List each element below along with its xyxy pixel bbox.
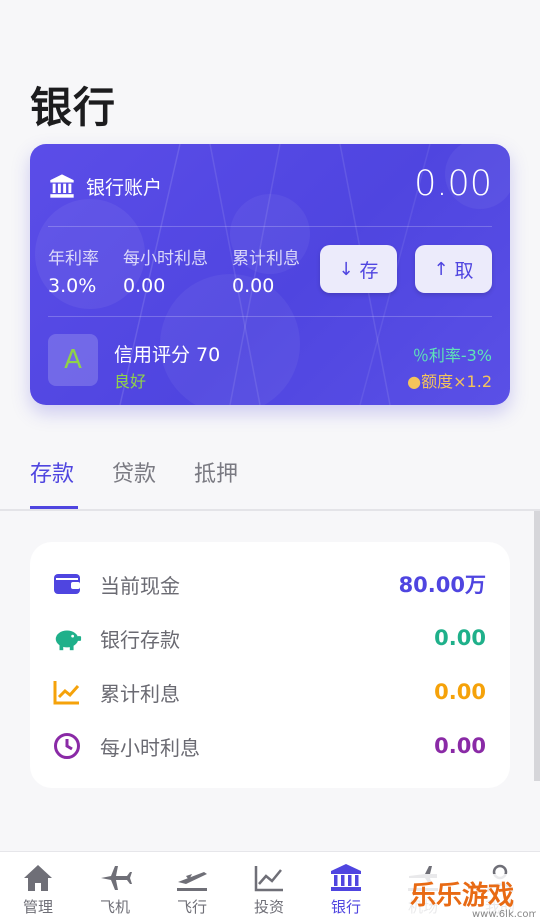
nav-label: 飞行 [176, 898, 207, 916]
deposit-label: 存 [359, 259, 379, 282]
tab-mortgage[interactable]: 抵押 [194, 456, 238, 488]
stat-label: 年利率 [48, 249, 99, 269]
card-divider [48, 226, 492, 227]
stat-hourly-interest: 每小时利息 0.00 [123, 244, 208, 297]
watermark-logo: 乐乐游戏 www.6lk.com [406, 874, 536, 920]
nav-label: 投资 [253, 898, 284, 916]
nav-item-invest[interactable]: 投资 [239, 862, 299, 917]
perk-quota-text: 额度×1.2 [421, 372, 492, 391]
bank-tabs: 存款 贷款 抵押 [30, 456, 276, 488]
row-label: 累计利息 [100, 681, 180, 706]
perk-quota: ●额度×1.2 [407, 368, 492, 392]
list-item-deposits: 银行存款 0.00 [52, 622, 486, 654]
clock-icon [52, 731, 82, 761]
credit-score-label: 信用评分 70 [114, 344, 221, 366]
page-title: 银行 [30, 83, 117, 132]
stat-value: 0.00 [232, 275, 275, 297]
withdraw-button[interactable]: ↑ 取 [415, 245, 492, 293]
credit-status: 良好 [114, 372, 147, 391]
card-divider [48, 316, 492, 317]
nav-item-flights[interactable]: 飞行 [162, 862, 222, 917]
piggy-bank-icon [52, 623, 82, 653]
bank-account-card: 银行账户 0.00 年利率 3.0% 每小时利息 0.00 累计利息 0.00 … [30, 144, 510, 405]
svg-text:乐乐游戏: 乐乐游戏 [410, 881, 514, 911]
summary-card: 当前现金 80.00万 银行存款 0.00 累计利息 0.00 每小时利息 0.… [30, 542, 510, 788]
row-label: 银行存款 [100, 627, 180, 652]
list-item-hourly: 每小时利息 0.00 [52, 730, 486, 762]
nav-label: 飞机 [99, 898, 130, 916]
withdraw-label: 取 [454, 259, 474, 282]
row-value: 0.00 [434, 680, 486, 704]
nav-label: 管理 [22, 898, 53, 916]
stat-label: 每小时利息 [123, 249, 208, 269]
stat-value: 0.00 [123, 275, 166, 297]
tab-loan[interactable]: 贷款 [112, 456, 156, 488]
nav-item-planes[interactable]: 飞机 [85, 862, 145, 917]
row-value: 0.00 [434, 626, 486, 650]
stat-label: 累计利息 [232, 249, 300, 269]
scrollbar[interactable] [534, 511, 540, 781]
list-item-interest: 累计利息 0.00 [52, 676, 486, 708]
svg-text:www.6lk.com: www.6lk.com [472, 909, 536, 920]
perk-rate: ％利率-3% [413, 342, 492, 366]
bank-icon [331, 864, 361, 891]
tab-deposit[interactable]: 存款 [30, 456, 74, 488]
row-value: 0.00 [434, 734, 486, 758]
bank-icon [50, 174, 74, 198]
percent-icon: ％ [412, 346, 429, 365]
airplane-icon [101, 866, 132, 890]
row-label: 当前现金 [100, 573, 180, 598]
nav-label: 银行 [330, 898, 361, 916]
bottom-nav: 管理 飞机 飞行 投资 银行 机场 我的 乐乐游戏 www.6lk.com [0, 851, 540, 924]
perk-rate-text: 利率-3% [428, 346, 492, 365]
coins-icon: ● [407, 372, 422, 391]
nav-item-manage[interactable]: 管理 [8, 862, 68, 917]
tabs-divider [0, 509, 540, 511]
stat-annual-rate: 年利率 3.0% [48, 244, 99, 297]
arrow-up-icon: ↑ [433, 258, 449, 280]
credit-grade-badge: A [48, 334, 98, 386]
chart-line-icon [52, 677, 82, 707]
takeoff-icon [177, 872, 207, 891]
account-stats: 年利率 3.0% 每小时利息 0.00 累计利息 0.00 [48, 244, 324, 297]
nav-item-bank[interactable]: 银行 [316, 862, 376, 917]
card-header: 银行账户 [48, 172, 162, 200]
stat-accumulated-interest: 累计利息 0.00 [232, 244, 300, 297]
home-icon [24, 865, 52, 891]
arrow-down-icon: ↓ [338, 258, 354, 280]
account-balance: 0.00 [414, 164, 492, 204]
wallet-icon [52, 569, 82, 599]
list-item-cash: 当前现金 80.00万 [52, 568, 486, 600]
stat-value: 3.0% [48, 275, 97, 297]
deposit-button[interactable]: ↓ 存 [320, 245, 397, 293]
card-title: 银行账户 [86, 176, 163, 199]
investment-chart-icon [254, 866, 283, 892]
row-label: 每小时利息 [100, 735, 200, 760]
row-value: 80.00万 [398, 573, 486, 597]
